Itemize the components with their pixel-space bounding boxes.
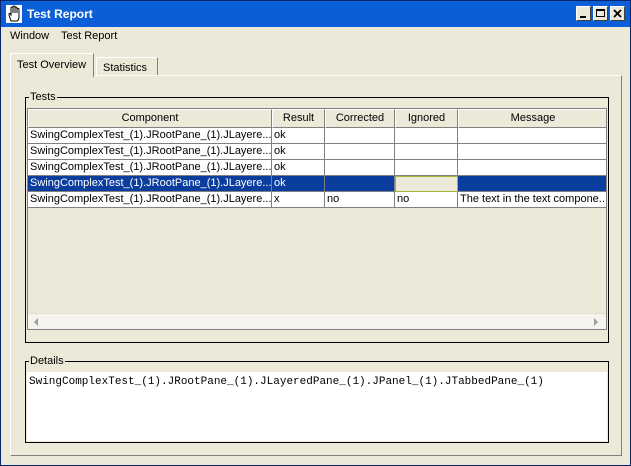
details-legend: Details <box>29 355 65 367</box>
cell-corrected[interactable] <box>325 144 395 160</box>
cell-component: SwingComplexTest_(1).JRootPane_(1).JLaye… <box>28 192 272 208</box>
cell-component: SwingComplexTest_(1).JRootPane_(1).JLaye… <box>28 176 272 192</box>
column-header-result[interactable]: Result <box>272 109 325 128</box>
column-header-ignored[interactable]: Ignored <box>395 109 458 128</box>
cell-ignored[interactable] <box>395 144 458 160</box>
cell-ignored[interactable]: no <box>395 192 458 208</box>
menu-bar: Window Test Report <box>1 28 630 46</box>
table-row[interactable]: SwingComplexTest_(1).JRootPane_(1).JLaye… <box>28 144 606 160</box>
cell-ignored[interactable] <box>395 160 458 176</box>
cell-corrected[interactable]: no <box>325 192 395 208</box>
scroll-left-icon[interactable] <box>30 316 42 328</box>
cell-result: ok <box>272 160 325 176</box>
table-row-selected[interactable]: SwingComplexTest_(1).JRootPane_(1).JLaye… <box>28 176 606 192</box>
cell-corrected[interactable] <box>325 128 395 144</box>
cell-message <box>458 144 606 160</box>
menu-window[interactable]: Window <box>10 30 49 42</box>
cell-message: The text in the text compone... <box>458 192 606 208</box>
close-icon <box>613 9 622 18</box>
cell-result: ok <box>272 144 325 160</box>
column-header-corrected[interactable]: Corrected <box>325 109 395 128</box>
hand-icon <box>6 5 22 23</box>
horizontal-scrollbar[interactable] <box>28 313 606 329</box>
cell-message <box>458 176 606 192</box>
column-header-message[interactable]: Message <box>458 109 606 128</box>
test-overview-panel: Tests Component Result Corrected Ignored… <box>10 75 622 456</box>
column-header-component[interactable]: Component <box>28 109 272 128</box>
cell-result: ok <box>272 128 325 144</box>
cell-corrected[interactable] <box>325 160 395 176</box>
cell-ignored[interactable] <box>395 128 458 144</box>
table-row[interactable]: SwingComplexTest_(1).JRootPane_(1).JLaye… <box>28 192 606 208</box>
cell-component: SwingComplexTest_(1).JRootPane_(1).JLaye… <box>28 144 272 160</box>
tab-statistics[interactable]: Statistics <box>96 57 158 76</box>
app-window: Test Report Window Test Report Test Over… <box>0 0 631 466</box>
minimize-button[interactable] <box>576 6 591 21</box>
scroll-right-icon[interactable] <box>590 316 602 328</box>
maximize-button[interactable] <box>593 6 608 21</box>
cell-result: ok <box>272 176 325 192</box>
cell-component: SwingComplexTest_(1).JRootPane_(1).JLaye… <box>28 160 272 176</box>
minimize-icon <box>580 16 586 18</box>
cell-ignored-focused[interactable] <box>395 176 458 192</box>
tests-legend: Tests <box>29 91 57 103</box>
cell-message <box>458 160 606 176</box>
tests-group: Tests Component Result Corrected Ignored… <box>25 91 609 343</box>
cell-component: SwingComplexTest_(1).JRootPane_(1).JLaye… <box>28 128 272 144</box>
tests-table: Component Result Corrected Ignored Messa… <box>27 108 607 330</box>
close-button[interactable] <box>610 6 625 21</box>
cell-corrected[interactable] <box>325 176 395 192</box>
tab-test-overview[interactable]: Test Overview <box>10 53 94 77</box>
cell-message <box>458 128 606 144</box>
details-group: Details SwingComplexTest_(1).JRootPane_(… <box>25 355 609 443</box>
table-row[interactable]: SwingComplexTest_(1).JRootPane_(1).JLaye… <box>28 160 606 176</box>
maximize-icon <box>596 9 605 17</box>
table-row[interactable]: SwingComplexTest_(1).JRootPane_(1).JLaye… <box>28 128 606 144</box>
title-bar[interactable]: Test Report <box>1 1 630 27</box>
cell-result: x <box>272 192 325 208</box>
window-title: Test Report <box>27 7 93 21</box>
details-text-area[interactable]: SwingComplexTest_(1).JRootPane_(1).JLaye… <box>27 372 607 441</box>
menu-test-report[interactable]: Test Report <box>61 30 117 42</box>
table-header: Component Result Corrected Ignored Messa… <box>28 109 606 128</box>
